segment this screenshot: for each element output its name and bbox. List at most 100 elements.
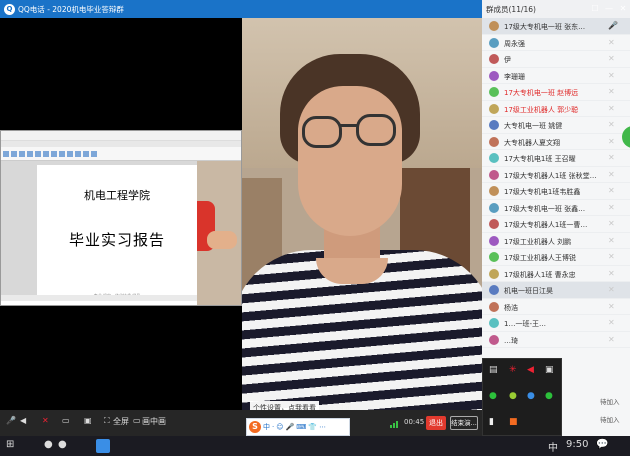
member-row[interactable]: 17级工业机器人王博锐 ✕	[482, 249, 630, 266]
notification-icon[interactable]: 💬	[596, 439, 608, 450]
minimize-icon[interactable]: —	[602, 0, 616, 18]
ribbon-icon	[91, 150, 97, 157]
ime-item[interactable]: ⌨	[296, 423, 306, 431]
mic-muted-icon[interactable]: ✕	[608, 137, 615, 146]
member-row[interactable]: 大专机电一班 姚健 ✕	[482, 117, 630, 134]
member-name: 17级工业机器人王博锐	[504, 254, 576, 262]
mic-muted-icon[interactable]: ✕	[608, 170, 615, 179]
ribbon-icon	[43, 150, 49, 157]
member-row[interactable]: 17级工业机器人 刘鹏 ✕	[482, 233, 630, 249]
glasses-right-lens	[356, 114, 396, 146]
mic-muted-icon[interactable]: ✕	[608, 285, 615, 294]
sogou-logo-icon[interactable]: S	[249, 421, 261, 433]
mic-muted-icon[interactable]: ✕	[608, 252, 615, 261]
mic-muted-icon[interactable]: ✕	[608, 120, 615, 129]
mic-muted-icon[interactable]: ✕	[608, 318, 615, 327]
mic-muted-icon[interactable]: ✕	[608, 186, 615, 195]
fullscreen-icon[interactable]: ⛶	[104, 416, 110, 426]
doc-page: 机电工程学院 毕业实习报告 专业 机电一体化技术 学号	[37, 165, 197, 303]
ime-item[interactable]: 中	[263, 422, 270, 432]
mic-on-icon[interactable]: 🎤	[608, 21, 618, 30]
mic-muted-icon[interactable]: ✕	[608, 71, 615, 80]
fullscreen-button[interactable]: 全屏	[113, 416, 129, 427]
mic-icon[interactable]: 🎤	[6, 416, 16, 425]
ime-item[interactable]: 👕	[308, 423, 317, 431]
exit-button[interactable]: 退出	[426, 416, 446, 430]
chrome-icon[interactable]: ●	[44, 439, 53, 450]
member-row[interactable]: 17级大专机器人1班一曹… ✕	[482, 216, 630, 233]
screen-icon[interactable]: ▣	[84, 416, 92, 425]
ime-item[interactable]: ⋯	[319, 423, 326, 431]
pip-button[interactable]: 画中画	[142, 416, 166, 427]
tray-app-icon[interactable]: ✳	[509, 365, 517, 375]
mic-muted-icon[interactable]: ✕	[608, 335, 615, 344]
member-row[interactable]: 17级大专机电一班 张鑫… ✕	[482, 200, 630, 216]
shared-screen-thumbnail[interactable]: 机电工程学院 毕业实习报告 专业 机电一体化技术 学号	[0, 130, 242, 306]
member-row[interactable]: 17大专机电一班 赵博远 ✕	[482, 84, 630, 101]
main-video[interactable]	[242, 18, 482, 418]
mic-muted-icon[interactable]: ✕	[608, 236, 615, 245]
member-avatar	[489, 70, 499, 81]
tray-app-icon[interactable]: ▣	[545, 365, 554, 375]
member-name: 17级机器人1班 曹永忠	[504, 270, 576, 279]
member-row[interactable]: 17大专机电1班 王召曜 ✕	[482, 150, 630, 167]
mic-muted-icon[interactable]: ✕	[608, 302, 615, 311]
tray-app-icon[interactable]: ●	[509, 391, 517, 401]
member-row[interactable]: 机电一班日江昊 ✕	[482, 282, 630, 299]
ime-toolbar: S 中 · ☺ 🎤 ⌨ 👕 ⋯	[246, 418, 350, 436]
qq-taskbar-icon[interactable]	[96, 439, 110, 453]
mic-muted-icon[interactable]: ✕	[608, 269, 615, 278]
video-face	[298, 86, 402, 236]
member-row[interactable]: 17级机器人1班 曹永忠 ✕	[482, 266, 630, 282]
member-avatar	[489, 285, 499, 295]
mic-muted-icon[interactable]: ✕	[608, 54, 615, 63]
side-camera-view	[197, 161, 241, 305]
member-row[interactable]: …琦 ✕	[482, 332, 630, 348]
mic-muted-icon[interactable]: ✕	[608, 87, 615, 96]
qq-call-window: Q QQ电话 - 2020机电毕业答辩群 机电工程学院 毕业实习报告 专业 机电…	[0, 0, 630, 456]
speaker-icon[interactable]: ◀	[20, 416, 26, 425]
input-language[interactable]: 中	[548, 439, 558, 454]
tray-app-icon[interactable]: ■	[509, 417, 518, 427]
restore-icon[interactable]: ☐	[588, 0, 602, 18]
pip-icon[interactable]: ▭	[133, 416, 141, 425]
ime-item[interactable]: ·	[272, 423, 274, 431]
member-row[interactable]: 杨浩 ✕	[482, 299, 630, 315]
signal-icon	[390, 420, 400, 428]
tray-app-icon[interactable]: ▤	[489, 365, 498, 375]
clock[interactable]: 9:50	[566, 439, 588, 450]
mic-muted-icon[interactable]: ✕	[608, 203, 615, 212]
end-share-button[interactable]: 结束演...	[450, 416, 478, 430]
tray-app-icon[interactable]: ◀	[527, 365, 534, 375]
mic-muted-icon[interactable]: ✕	[608, 153, 615, 162]
share-screen-icon[interactable]: ▭	[62, 416, 70, 425]
member-name: 17级大专机电一班 张鑫…	[504, 204, 586, 213]
tray-app-icon[interactable]: ▮	[489, 417, 494, 427]
start-icon[interactable]: ⊞	[6, 439, 14, 450]
close-icon[interactable]: ✕	[616, 0, 630, 18]
member-name: 17级工业机器人 郭少聪	[504, 105, 579, 114]
member-row[interactable]: 李珊珊 ✕	[482, 68, 630, 84]
member-name: 机电一班日江昊	[504, 287, 553, 295]
member-row[interactable]: 17级大专机电一班 张东… 🎤	[482, 18, 630, 35]
member-row[interactable]: 17级大专机器人1班 张秋堂… ✕	[482, 167, 630, 183]
mic-muted-icon[interactable]: ✕	[608, 104, 615, 113]
ime-item[interactable]: 🎤	[286, 423, 295, 431]
wechat-icon[interactable]: ●	[58, 439, 67, 450]
member-row[interactable]: 大专机器人夏文翔 ✕	[482, 134, 630, 150]
camera-off-icon[interactable]: ✕	[42, 416, 49, 425]
mic-muted-icon[interactable]: ✕	[608, 219, 615, 228]
member-name: 17级大专机器人1班 张秋堂…	[504, 171, 597, 180]
tray-app-icon[interactable]: ●	[527, 391, 535, 401]
member-row[interactable]: 伊 ✕	[482, 51, 630, 68]
tray-app-icon[interactable]: ●	[489, 391, 497, 401]
ime-item[interactable]: ☺	[276, 423, 283, 431]
member-row[interactable]: 17级大专机电1班韦胜鑫 ✕	[482, 183, 630, 200]
member-avatar	[489, 21, 499, 31]
member-row[interactable]: 17级工业机器人 郭少聪 ✕	[482, 101, 630, 117]
member-row[interactable]: 1…一班-王… ✕	[482, 315, 630, 332]
member-name: 大专机电一班 姚健	[504, 122, 563, 130]
member-row[interactable]: 周永强 ✕	[482, 35, 630, 51]
tray-app-icon[interactable]: ●	[545, 391, 553, 401]
mic-muted-icon[interactable]: ✕	[608, 38, 615, 47]
